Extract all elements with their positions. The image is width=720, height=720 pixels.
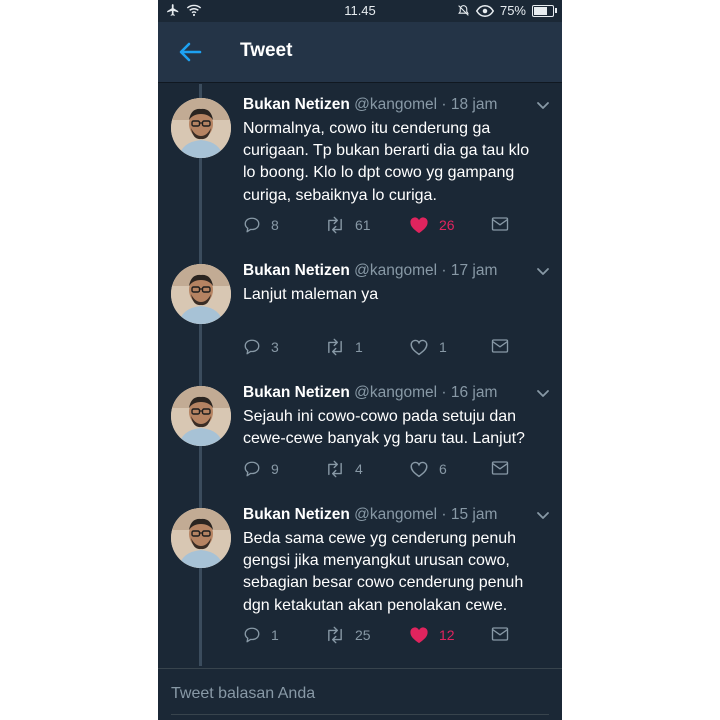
retweet-count: 61	[355, 217, 371, 233]
reply-icon	[244, 461, 260, 477]
tweet-header: Bukan Netizen @kangomel · 18 jam	[243, 96, 497, 114]
tweet-text: Beda sama cewe yg cenderung penuh gengsi…	[243, 530, 524, 614]
tweet-time: 16 jam	[450, 384, 498, 401]
reply-button[interactable]: 8	[243, 216, 279, 234]
battery-icon	[532, 4, 557, 17]
retweet-button[interactable]: 4	[325, 460, 363, 478]
separator-dot: ·	[441, 96, 447, 113]
direct-message-icon	[491, 339, 509, 353]
heart-filled-icon	[410, 217, 428, 234]
app-header: Tweet	[158, 22, 562, 83]
retweet-icon	[328, 626, 342, 644]
avatar[interactable]	[171, 508, 231, 568]
avatar[interactable]	[171, 386, 231, 446]
reply-icon	[244, 217, 260, 233]
reply-count: 1	[271, 627, 279, 643]
retweet-count: 1	[355, 339, 363, 355]
like-count: 26	[439, 217, 455, 233]
author-handle: @kangomel	[354, 384, 438, 401]
heart-icon	[410, 461, 428, 478]
tweet[interactable]: Bukan Netizen @kangomel · 18 jam Normaln…	[158, 84, 562, 246]
chevron-down-icon[interactable]	[536, 508, 550, 522]
tweet[interactable]: Bukan Netizen @kangomel · 16 jam Sejauh …	[158, 372, 562, 490]
reply-icon	[244, 627, 260, 643]
reply-count: 8	[271, 217, 279, 233]
tweet-header: Bukan Netizen @kangomel · 16 jam	[243, 384, 497, 402]
tweet-header: Bukan Netizen @kangomel · 17 jam	[243, 262, 497, 280]
chevron-down-icon[interactable]	[536, 98, 550, 112]
tweet-actions: 3 1 1	[243, 338, 533, 360]
reply-composer[interactable]: Tweet balasan Anda	[158, 668, 562, 720]
retweet-icon	[328, 460, 342, 478]
message-button[interactable]	[491, 626, 509, 642]
message-button[interactable]	[491, 460, 509, 476]
reply-button[interactable]: 3	[243, 338, 279, 356]
tweet[interactable]: Bukan Netizen @kangomel · 15 jam Beda sa…	[158, 494, 562, 656]
tweet-time: 18 jam	[450, 96, 498, 113]
author-handle: @kangomel	[354, 262, 438, 279]
message-button[interactable]	[491, 216, 509, 232]
reply-input-underline	[171, 714, 549, 715]
author-name[interactable]: Bukan Netizen	[243, 96, 350, 113]
tweet-time: 17 jam	[450, 262, 498, 279]
author-handle: @kangomel	[354, 96, 438, 113]
tweet-text: Sejauh ini cowo-cowo pada setuju dan cew…	[243, 408, 525, 448]
separator-dot: ·	[441, 262, 447, 279]
tweet-thread: Bukan Netizen @kangomel · 18 jam Normaln…	[158, 84, 562, 668]
direct-message-icon	[491, 217, 509, 231]
retweet-icon	[328, 338, 342, 356]
author-name[interactable]: Bukan Netizen	[243, 384, 350, 401]
chevron-down-icon[interactable]	[536, 386, 550, 400]
reply-count: 9	[271, 461, 279, 477]
avatar[interactable]	[171, 98, 231, 158]
eye-icon	[475, 4, 494, 17]
like-count: 6	[439, 461, 447, 477]
like-count: 12	[439, 627, 455, 643]
direct-message-icon	[491, 461, 509, 475]
like-button[interactable]: 6	[409, 460, 447, 478]
retweet-count: 4	[355, 461, 363, 477]
separator-dot: ·	[441, 384, 447, 401]
author-handle: @kangomel	[354, 506, 438, 523]
phone-screen: 11.45 75% Tweet Bukan Netizen @kangomel …	[158, 0, 562, 720]
battery-percent: 75%	[499, 3, 526, 18]
retweet-button[interactable]: 61	[325, 216, 371, 234]
status-bar: 11.45 75%	[158, 0, 562, 22]
mute-bell-icon	[458, 5, 469, 16]
heart-filled-icon	[410, 627, 428, 644]
tweet[interactable]: Bukan Netizen @kangomel · 17 jam Lanjut …	[158, 250, 562, 368]
back-arrow-icon[interactable]	[176, 38, 204, 66]
author-name[interactable]: Bukan Netizen	[243, 506, 350, 523]
reply-input[interactable]: Tweet balasan Anda	[171, 685, 315, 703]
tweet-text: Normalnya, cowo itu cenderung ga curigaa…	[243, 120, 530, 204]
heart-icon	[410, 339, 428, 356]
tweet-time: 15 jam	[450, 506, 498, 523]
reply-button[interactable]: 1	[243, 626, 279, 644]
reply-icon	[244, 339, 260, 355]
message-button[interactable]	[491, 338, 509, 354]
tweet-header: Bukan Netizen @kangomel · 15 jam	[243, 506, 497, 524]
like-button[interactable]: 12	[409, 626, 455, 644]
retweet-button[interactable]: 1	[325, 338, 363, 356]
chevron-down-icon[interactable]	[536, 264, 550, 278]
retweet-button[interactable]: 25	[325, 626, 371, 644]
reply-button[interactable]: 9	[243, 460, 279, 478]
author-name[interactable]: Bukan Netizen	[243, 262, 350, 279]
like-count: 1	[439, 339, 447, 355]
direct-message-icon	[491, 627, 509, 641]
tweet-text: Lanjut maleman ya	[243, 286, 379, 303]
separator-dot: ·	[441, 506, 447, 523]
tweet-actions: 8 61 26	[243, 216, 533, 238]
like-button[interactable]: 1	[409, 338, 447, 356]
status-right-icons: 75%	[457, 3, 557, 18]
reply-count: 3	[271, 339, 279, 355]
tweet-actions: 9 4 6	[243, 460, 533, 482]
page-title: Tweet	[240, 40, 293, 61]
retweet-icon	[328, 216, 342, 234]
like-button[interactable]: 26	[409, 216, 455, 234]
retweet-count: 25	[355, 627, 371, 643]
tweet-actions: 1 25 12	[243, 626, 533, 648]
avatar[interactable]	[171, 264, 231, 324]
